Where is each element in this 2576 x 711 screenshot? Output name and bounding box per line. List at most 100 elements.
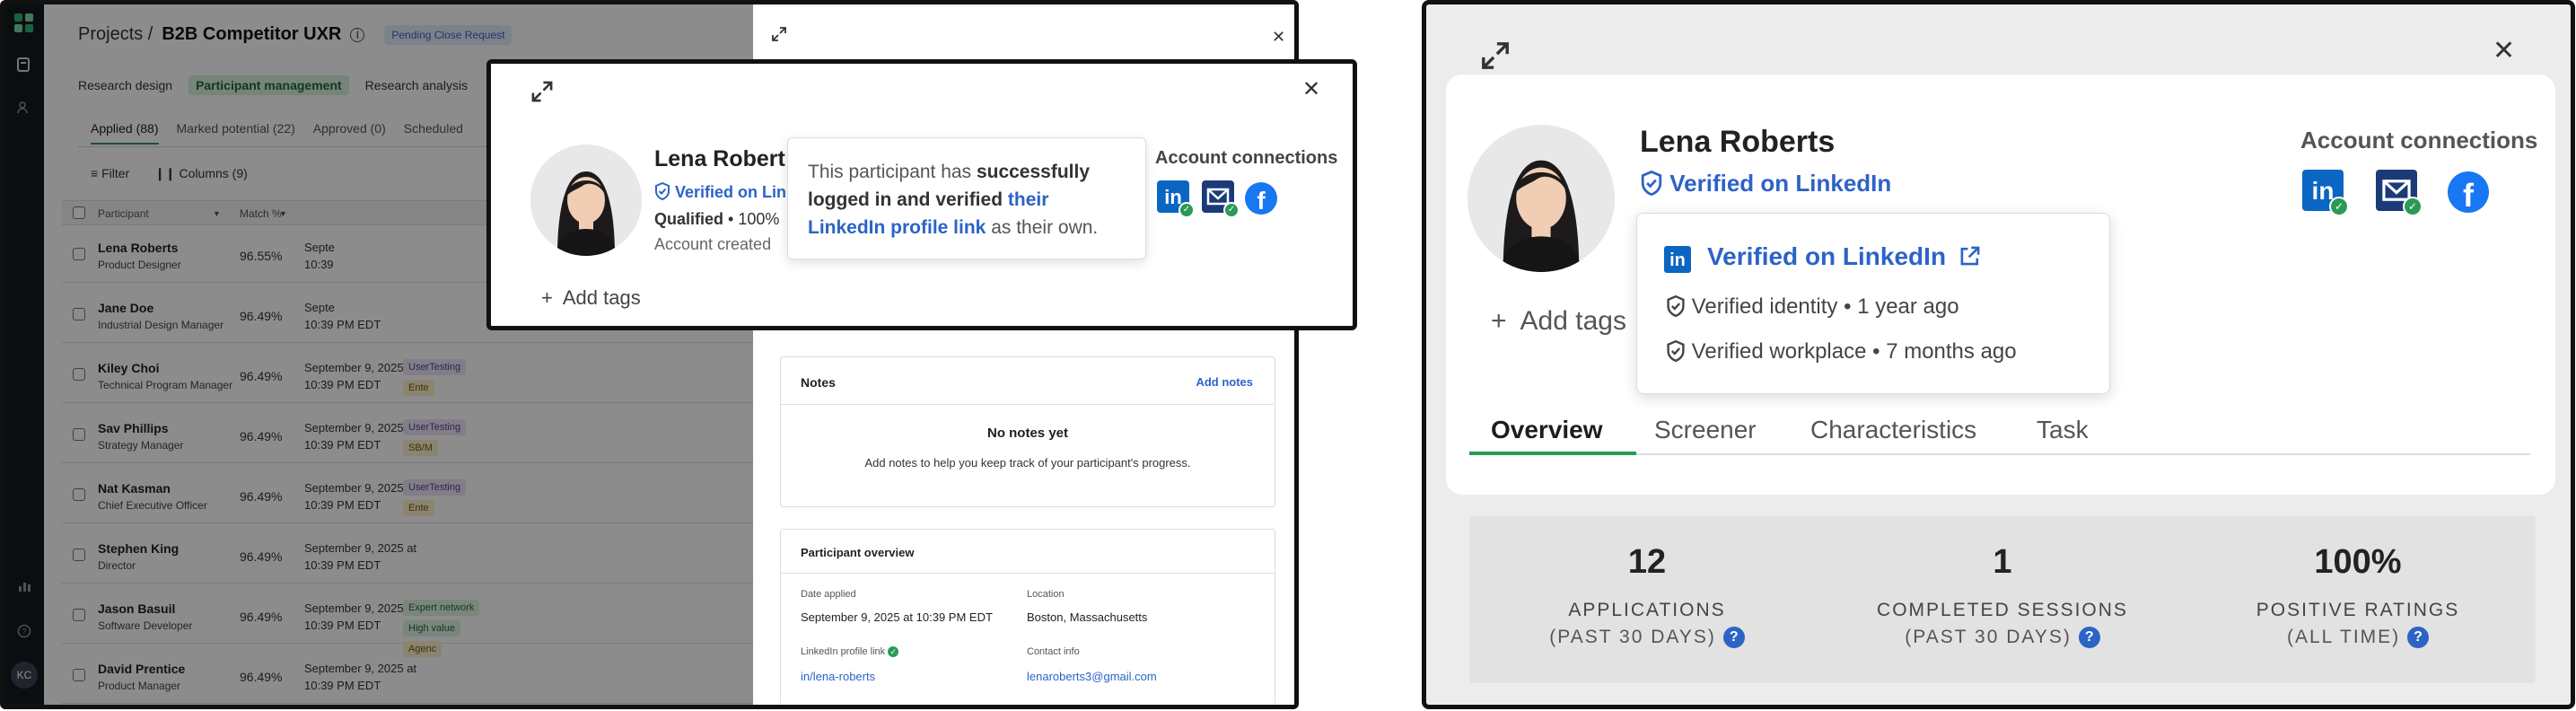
verified-link[interactable]: Verified on Lin — [654, 181, 787, 202]
identity-when: 1 year ago — [1857, 294, 1959, 319]
add-tags-button[interactable]: + Add tags — [541, 286, 641, 310]
shield-check-icon — [1640, 170, 1669, 197]
verified-label: Verified on Lin — [675, 183, 787, 201]
contact-email-link[interactable]: lenaroberts3@gmail.com — [1027, 670, 1157, 683]
stat-label: APPLICATIONS — [1568, 600, 1726, 620]
close-icon[interactable]: ✕ — [1272, 28, 1285, 47]
linkedin-link[interactable]: in/lena-roberts — [801, 670, 875, 683]
avatar — [530, 145, 642, 256]
linkedin-label: LinkedIn profile link ✓ — [801, 646, 899, 658]
stat-sub-text: (PAST 30 DAYS) — [1905, 627, 2072, 647]
linkedin-icon[interactable]: in ✓ — [1157, 180, 1195, 218]
stat-sub: (PAST 30 DAYS) ? — [1825, 627, 2180, 649]
question-icon[interactable]: ? — [1722, 627, 1745, 649]
workplace-when: 7 months ago — [1886, 339, 2017, 364]
expand-icon[interactable] — [771, 26, 787, 47]
check-icon: ✓ — [2329, 197, 2349, 216]
contact-label: Contact info — [1027, 646, 1080, 657]
close-icon[interactable]: ✕ — [1302, 76, 1320, 102]
expand-icon[interactable] — [1480, 40, 1511, 75]
profile-card: Lena Roberts Verified on LinkedIn + Add … — [1446, 75, 2555, 495]
participant-name: Lena Robert — [654, 146, 785, 171]
participant-overview-card: Participant overview Date applied Septem… — [780, 529, 1275, 705]
avatar — [1468, 125, 1615, 272]
overview-title: Participant overview — [801, 546, 915, 559]
stage: ? KC Projects / B2B Competitor UXR i Pen… — [0, 0, 2576, 711]
workplace-label: Verified workplace — [1691, 339, 1867, 364]
verified-identity-row: Verified identity • 1 year ago — [1666, 294, 1959, 320]
notes-title: Notes — [801, 375, 836, 390]
divider — [781, 573, 1275, 574]
check-icon: ✓ — [2403, 197, 2423, 216]
tab-screener[interactable]: Screener — [1654, 416, 1757, 444]
shield-check-icon — [1666, 294, 1686, 319]
profile-tabs: Overview Screener Characteristics Task — [1469, 408, 2530, 455]
question-icon[interactable]: ? — [2407, 627, 2430, 649]
account-connections-title: Account connections — [2300, 127, 2538, 154]
active-tab-indicator — [1469, 452, 1636, 455]
account-connections-title: Account connections — [1155, 148, 1338, 168]
qualified-score: • 100% — [723, 210, 780, 228]
account-created: Account created — [654, 235, 772, 253]
question-icon[interactable]: ? — [2078, 627, 2100, 649]
linkedin-verification-popover: in Verified on LinkedIn Verified identit… — [1636, 213, 2110, 394]
add-tags-label: Add tags — [562, 286, 641, 309]
popover-title: Verified on LinkedIn — [1707, 242, 1947, 270]
check-icon: ✓ — [1178, 202, 1195, 218]
check-icon: ✓ — [1223, 202, 1240, 218]
stat-value: 1 — [1993, 543, 2012, 581]
tab-overview[interactable]: Overview — [1491, 416, 1603, 444]
qualified-label: Qualified — [654, 210, 724, 228]
tab-task[interactable]: Task — [2037, 416, 2089, 444]
stat-label: POSITIVE RATINGS — [2256, 600, 2460, 620]
tooltip-text: This participant has — [808, 162, 977, 182]
expand-icon[interactable] — [530, 80, 554, 108]
close-icon[interactable]: ✕ — [2493, 35, 2515, 66]
plus-icon: + — [1491, 306, 1507, 336]
qualified-status: Qualified • 100% — [654, 210, 779, 229]
plus-icon: + — [541, 286, 553, 309]
facebook-icon[interactable]: f — [2448, 171, 2489, 214]
shield-check-icon — [654, 181, 675, 201]
stat-value: 100% — [2314, 543, 2402, 581]
divider — [781, 404, 1275, 405]
right-screenshot-panel: ✕ Lena Roberts Verified on LinkedIn + Ad… — [1422, 0, 2575, 709]
tooltip-text-end: as their own. — [986, 217, 1099, 238]
location-value: Boston, Massachusetts — [1027, 610, 1148, 624]
empty-notes-hint: Add notes to help you keep track of your… — [864, 456, 1191, 470]
add-notes-link[interactable]: Add notes — [1196, 375, 1253, 389]
external-link-icon — [1953, 242, 1982, 270]
stat-sub: (PAST 30 DAYS) ? — [1469, 627, 1825, 649]
stats-panel: 12 APPLICATIONS (PAST 30 DAYS) ? 1 COMPL… — [1469, 516, 2536, 683]
verified-link[interactable]: Verified on LinkedIn — [1640, 170, 1891, 198]
popover-title-link[interactable]: Verified on LinkedIn — [1707, 242, 1982, 271]
linkedin-label-text: LinkedIn profile link — [801, 646, 886, 657]
identity-label: Verified identity — [1691, 294, 1838, 319]
stat-value: 12 — [1627, 543, 1667, 581]
stat-sub-text: (ALL TIME) — [2286, 627, 2401, 647]
participant-name: Lena Roberts — [1640, 125, 1836, 159]
shield-check-icon — [1666, 339, 1686, 364]
verified-label: Verified on LinkedIn — [1669, 170, 1892, 197]
stat-completed-sessions: 1 COMPLETED SESSIONS (PAST 30 DAYS) ? — [1825, 543, 2180, 649]
date-applied-label: Date applied — [801, 589, 856, 600]
date-applied-value: September 9, 2025 at 10:39 PM EDT — [801, 610, 993, 624]
add-tags-label: Add tags — [1520, 306, 1626, 336]
notes-card: Notes Add notes No notes yet Add notes t… — [780, 356, 1275, 507]
stat-label: COMPLETED SESSIONS — [1877, 600, 2128, 620]
mail-icon[interactable]: ✓ — [1202, 180, 1240, 218]
stat-sub: (ALL TIME) ? — [2180, 627, 2536, 649]
verification-tooltip: This participant has successfully logged… — [787, 137, 1146, 259]
facebook-icon[interactable]: f — [1245, 182, 1277, 215]
verified-workplace-row: Verified workplace • 7 months ago — [1666, 339, 2017, 364]
location-label: Location — [1027, 589, 1065, 600]
stat-applications: 12 APPLICATIONS (PAST 30 DAYS) ? — [1469, 543, 1825, 649]
linkedin-icon[interactable]: in ✓ — [2302, 170, 2349, 216]
add-tags-button[interactable]: + Add tags — [1491, 306, 1626, 337]
check-icon: ✓ — [888, 646, 899, 658]
mail-icon[interactable]: ✓ — [2376, 170, 2423, 216]
stat-sub-text: (PAST 30 DAYS) — [1549, 627, 1716, 647]
tab-characteristics[interactable]: Characteristics — [1810, 416, 1976, 444]
linkedin-icon: in — [1664, 246, 1691, 273]
profile-popup: ✕ Lena Robert Verified on Lin Qualified … — [486, 59, 1357, 330]
